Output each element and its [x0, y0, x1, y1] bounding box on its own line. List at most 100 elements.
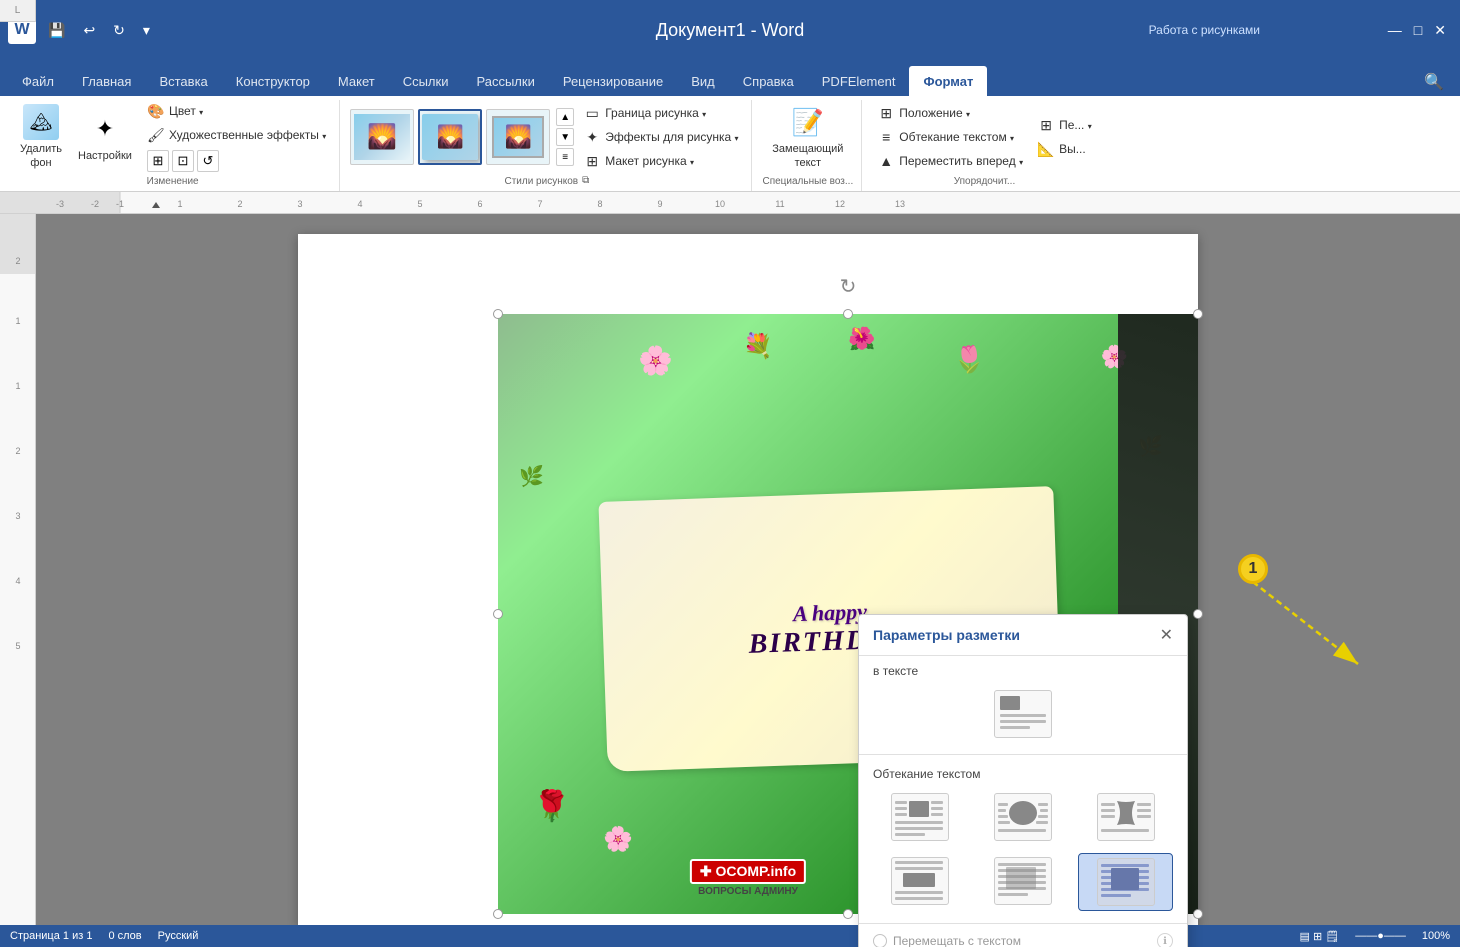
wrap-options-grid — [859, 785, 1187, 919]
panel-divider-2 — [859, 923, 1187, 924]
wrap-text-section-label: Обтекание текстом — [859, 759, 1187, 785]
tab-references[interactable]: Ссылки — [389, 66, 463, 96]
resize-handle-tc[interactable] — [843, 309, 853, 319]
tab-file[interactable]: Файл — [8, 66, 68, 96]
svg-text:12: 12 — [835, 199, 845, 209]
layout-btn[interactable]: ⊞ Макет рисунка ▾ — [578, 150, 743, 172]
layout-icon: ⊞ — [583, 152, 601, 170]
undo-button[interactable]: ↩ — [77, 18, 101, 43]
bring-forward-button[interactable]: ▲ Переместить вперед ▾ — [872, 150, 1028, 172]
arrange-group-label: Упорядочит... — [954, 174, 1016, 187]
svg-text:5: 5 — [15, 641, 20, 651]
redo-button[interactable]: ↻ — [107, 18, 131, 43]
tab-help[interactable]: Справка — [729, 66, 808, 96]
wrap-option-through[interactable] — [1078, 789, 1173, 845]
style-plain[interactable] — [350, 109, 414, 165]
color-label: Цвет ▾ — [169, 104, 203, 118]
tab-layout[interactable]: Макет — [324, 66, 389, 96]
ribbon-group-special: 📝 Замещающийтекст Специальные воз... — [754, 100, 862, 191]
layout-panel-close-button[interactable]: ✕ — [1160, 625, 1173, 645]
small-btn-row: ⊞ ⊡ ↺ — [142, 148, 331, 174]
wrap-option-square[interactable] — [873, 789, 968, 845]
in-text-options — [859, 682, 1187, 750]
tab-pdfelement[interactable]: PDFElement — [808, 66, 910, 96]
view-buttons: ▤ ⊞ 🗒 — [1300, 930, 1340, 943]
compress-button[interactable]: ⊞ — [147, 150, 169, 172]
flower-7: 🌸 — [603, 825, 633, 854]
style-scroll-up[interactable]: ▲ — [556, 108, 574, 126]
svg-text:1: 1 — [15, 381, 20, 391]
style-thick[interactable]: 🌄 — [486, 109, 550, 165]
resize-handle-bc[interactable] — [843, 909, 853, 919]
zoom-level: 100% — [1422, 930, 1450, 942]
move-with-text-radio — [873, 934, 887, 947]
style-dropdown[interactable]: ≡ — [556, 148, 574, 166]
minimize-button[interactable]: — — [1382, 18, 1408, 43]
tab-insert[interactable]: Вставка — [145, 66, 221, 96]
resize-handle-tr[interactable] — [1193, 309, 1203, 319]
wrap-text-button[interactable]: ≡ Обтекание текстом ▾ — [872, 126, 1028, 148]
arrange-left-buttons: ⊞ Положение ▾ ≡ Обтекание текстом ▾ ▲ Пе… — [872, 102, 1028, 172]
in-text-label: в тексте — [859, 656, 1187, 682]
arrange-right-buttons: ⊞ Пе... ▾ 📐 Вы... — [1032, 114, 1097, 160]
tab-mailings[interactable]: Рассылки — [462, 66, 548, 96]
color-button[interactable]: 🎨 Цвет ▾ — [142, 100, 331, 122]
position-button[interactable]: ⊞ Положение ▾ — [872, 102, 1028, 124]
tab-home[interactable]: Главная — [68, 66, 145, 96]
save-button[interactable]: 💾 — [42, 18, 71, 43]
close-button[interactable]: ✕ — [1428, 18, 1452, 43]
search-button[interactable]: 🔍 — [1416, 68, 1452, 96]
wrap-option-tight[interactable] — [976, 789, 1071, 845]
settings-button[interactable]: ✦ Настройки — [72, 107, 138, 167]
style-shadow[interactable]: 🌄 — [418, 109, 482, 165]
extra-label-2: Вы... — [1059, 142, 1086, 156]
settings-icon: ✦ — [87, 111, 123, 147]
resize-handle-mr[interactable] — [1193, 609, 1203, 619]
wrap-option-inline[interactable] — [990, 686, 1056, 742]
ribbon-toolbar: 🏔 Удалитьфон ✦ Настройки 🎨 Цвет ▾ 🖌 Ху — [0, 96, 1460, 192]
ruler-h-marks: -3 -2 -1 1 2 3 4 5 6 7 8 9 10 11 12 13 — [0, 192, 1460, 213]
wrap-option-front[interactable] — [1078, 853, 1173, 911]
extra-btn-1[interactable]: ⊞ Пе... ▾ — [1032, 114, 1097, 136]
ruler-horizontal: -3 -2 -1 1 2 3 4 5 6 7 8 9 10 11 12 13 — [0, 192, 1460, 214]
flower-8: 🌿 — [519, 464, 544, 489]
tab-review[interactable]: Рецензирование — [549, 66, 677, 96]
border-button[interactable]: ▭ Граница рисунка ▾ — [578, 102, 743, 124]
alt-text-button[interactable]: 📝 Замещающийтекст — [766, 100, 849, 173]
svg-text:10: 10 — [715, 199, 725, 209]
tab-view[interactable]: Вид — [677, 66, 729, 96]
resize-handle-br[interactable] — [1193, 909, 1203, 919]
move-with-text-info: ℹ — [1157, 933, 1173, 947]
art-effects-button[interactable]: 🖌 Художественные эффекты ▾ — [142, 124, 331, 146]
change-picture-button[interactable]: ⊡ — [172, 150, 194, 172]
styles-expand-icon[interactable]: ⧉ — [582, 175, 589, 186]
rotate-handle[interactable]: ↻ — [840, 274, 857, 299]
svg-text:13: 13 — [895, 199, 905, 209]
customize-quick-access-button[interactable]: ▾ — [137, 18, 156, 43]
effects-button[interactable]: ✦ Эффекты для рисунка ▾ — [578, 126, 743, 148]
inline-icon-svg — [996, 692, 1050, 736]
resize-handle-tl[interactable] — [493, 309, 503, 319]
wrap-option-topbottom[interactable] — [873, 853, 968, 911]
svg-text:-3: -3 — [56, 199, 64, 209]
wrap-front-icon — [1097, 858, 1155, 906]
wrap-text-icon: ≡ — [877, 128, 895, 146]
change-small-buttons: 🎨 Цвет ▾ 🖌 Художественные эффекты ▾ ⊞ ⊡ … — [142, 100, 331, 174]
layout-panel-title: Параметры разметки — [873, 627, 1020, 643]
change-group-label: Изменение — [147, 174, 199, 187]
tab-design[interactable]: Конструктор — [222, 66, 324, 96]
restore-button[interactable]: □ — [1408, 18, 1428, 43]
resize-handle-bl[interactable] — [493, 909, 503, 919]
svg-text:1: 1 — [177, 199, 182, 209]
extra-btn-2[interactable]: 📐 Вы... — [1032, 138, 1097, 160]
wrap-option-behind[interactable] — [976, 853, 1071, 911]
style-scroll-down[interactable]: ▼ — [556, 128, 574, 146]
resize-handle-ml[interactable] — [493, 609, 503, 619]
reset-picture-button[interactable]: ↺ — [197, 150, 219, 172]
tab-format[interactable]: Формат — [909, 66, 987, 96]
remove-background-button[interactable]: 🏔 Удалитьфон — [14, 100, 68, 173]
zoom-slider: ——●—— — [1355, 930, 1406, 942]
front-icon-svg — [1099, 860, 1153, 904]
ruler-vertical: 2 1 1 2 3 4 5 — [0, 214, 36, 947]
ribbon-group-styles: 🌄 🌄 ▲ ▼ ≡ ▭ Граница рисунка ▾ ✦ Эффекты … — [342, 100, 752, 191]
